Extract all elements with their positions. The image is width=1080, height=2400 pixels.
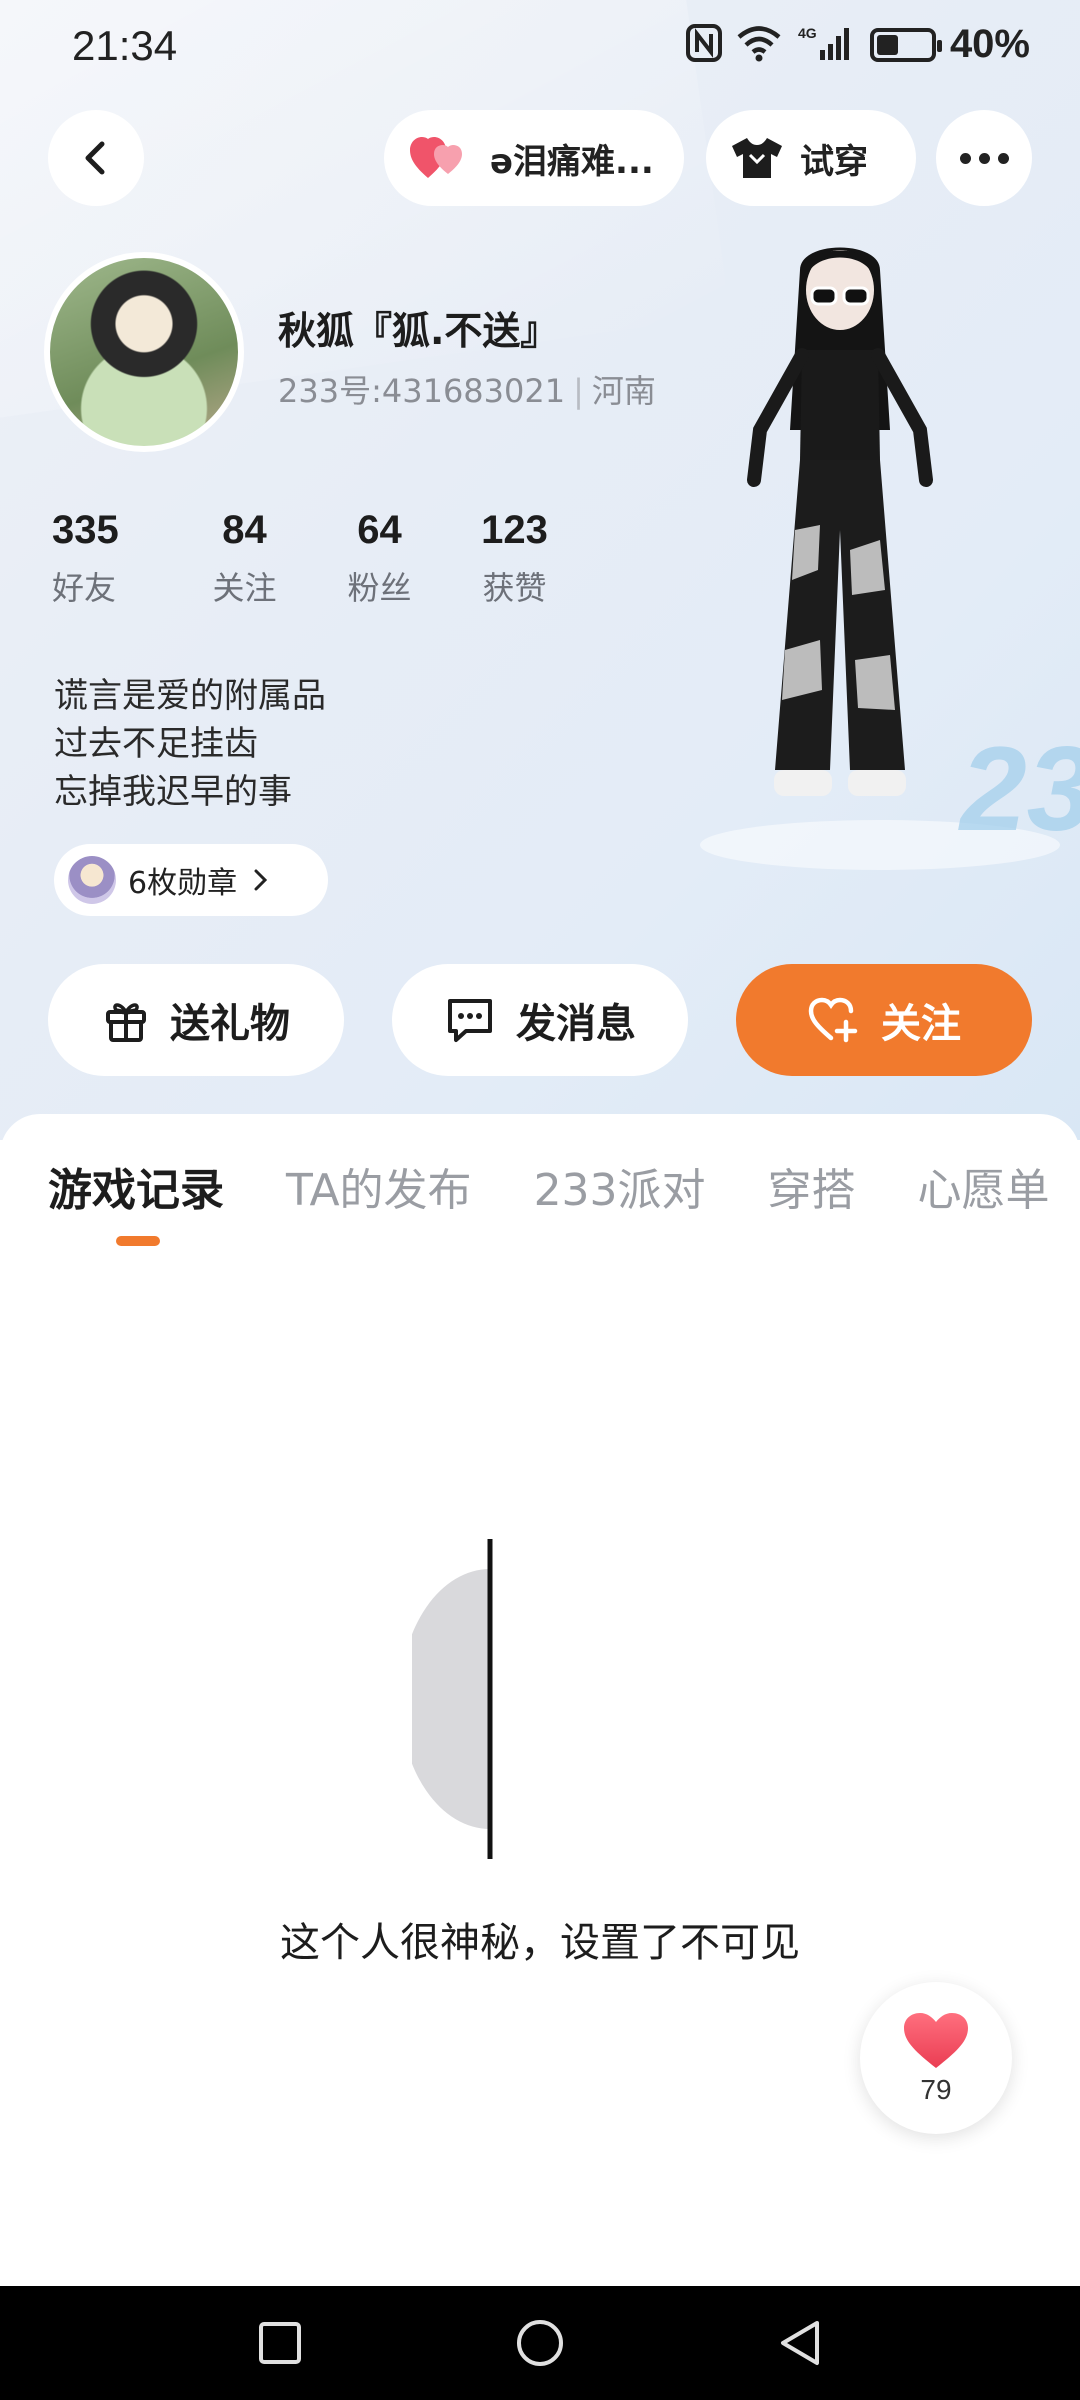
stat-following[interactable]: 84 关注	[177, 508, 312, 609]
bio-line: 忘掉我迟早的事	[54, 772, 292, 812]
nfc-icon	[685, 23, 722, 66]
location-text: 河南	[591, 372, 656, 410]
stat-value: 84	[222, 508, 267, 552]
back-button[interactable]	[48, 110, 144, 206]
follow-label: 关注	[881, 1001, 961, 1047]
stat-label: 粉丝	[347, 569, 412, 607]
nickname: 秋狐『狐.不送』	[278, 309, 559, 353]
network-type-label: 4G	[798, 25, 817, 41]
status-icons: 4G 40%	[685, 22, 1030, 67]
more-icon-dot	[959, 152, 971, 164]
bio: 谎言是爱的附属品 过去不足挂齿 忘掉我迟早的事	[54, 672, 326, 816]
medal-icon	[68, 856, 116, 904]
bio-line: 谎言是爱的附属品	[54, 676, 326, 716]
profile-stats: 335 好友 84 关注 64 粉丝 123 获赞	[52, 508, 582, 609]
tshirt-icon	[732, 138, 782, 178]
gift-icon	[106, 1003, 146, 1042]
tab-outfits[interactable]: 穿搭	[768, 1154, 856, 1218]
private-content-icon	[412, 1539, 493, 1859]
more-icon-dot	[997, 152, 1009, 164]
profile-tabs: 游戏记录 TA的发布 233派对 穿搭 心愿单	[48, 1154, 1080, 1218]
stat-likes[interactable]: 123 获赞	[447, 508, 582, 609]
try-on-button[interactable]: 试穿	[706, 110, 916, 206]
like-count: 79	[920, 2074, 952, 2105]
heart-icon	[904, 2013, 968, 2068]
try-on-label: 试穿	[800, 141, 868, 182]
more-icon-dot	[978, 152, 990, 164]
battery-level	[876, 34, 898, 55]
medals-label: 6枚勋章	[128, 866, 238, 901]
stat-label: 好友	[52, 569, 117, 607]
music-label: ə泪痛难...	[490, 141, 654, 182]
music-pill[interactable]: ə泪痛难...	[384, 110, 684, 206]
recent-apps-button[interactable]	[250, 2313, 310, 2373]
tab-wishlist[interactable]: 心愿单	[918, 1154, 1050, 1218]
chevron-left-icon	[85, 141, 105, 175]
stat-label: 关注	[212, 569, 277, 607]
battery-icon	[869, 27, 942, 62]
nav-back-button[interactable]	[770, 2313, 830, 2373]
like-button[interactable]: 79	[860, 1982, 1012, 2134]
avatar[interactable]	[44, 252, 244, 452]
avatar-character[interactable]	[740, 230, 940, 830]
circle-icon	[517, 2320, 563, 2366]
tab-party[interactable]: 233派对	[534, 1154, 706, 1218]
stat-label: 获赞	[482, 569, 547, 607]
more-options-button[interactable]	[936, 110, 1032, 206]
empty-state-message: 这个人很神秘，设置了不可见	[280, 1920, 800, 1966]
stat-value: 64	[357, 508, 402, 552]
status-bar: 21:34 4G 40%	[0, 0, 1080, 100]
chevron-right-icon	[254, 869, 268, 891]
heart-plus-icon	[808, 997, 858, 1043]
follow-button[interactable]: 关注	[736, 964, 1032, 1076]
medals-button[interactable]: 6枚勋章	[54, 844, 328, 916]
uid-text: 233号:431683021	[278, 372, 566, 410]
send-message-button[interactable]: 发消息	[392, 964, 688, 1076]
uid-divider: |	[573, 372, 584, 410]
active-tab-indicator	[116, 1236, 160, 1246]
send-message-label: 发消息	[516, 1001, 636, 1047]
send-gift-button[interactable]: 送礼物	[48, 964, 344, 1076]
stat-value: 123	[481, 508, 548, 552]
square-icon	[259, 2322, 301, 2364]
system-navigation-bar	[0, 2286, 1080, 2400]
wifi-icon	[736, 24, 782, 66]
heart-music-icon	[410, 137, 462, 178]
stat-fans[interactable]: 64 粉丝	[312, 508, 447, 609]
cellular-signal-icon: 4G	[796, 24, 856, 66]
tab-posts[interactable]: TA的发布	[286, 1154, 472, 1218]
stat-value: 335	[52, 508, 119, 552]
uid-location: 233号:431683021 | 河南	[278, 366, 656, 412]
tab-game-records[interactable]: 游戏记录	[48, 1154, 224, 1218]
send-gift-label: 送礼物	[170, 1001, 290, 1047]
home-button[interactable]	[510, 2313, 570, 2373]
badge-233: 233	[960, 722, 1080, 856]
status-time: 21:34	[72, 22, 178, 69]
triangle-back-icon	[781, 2321, 819, 2365]
message-icon	[448, 999, 492, 1042]
bio-line: 过去不足挂齿	[54, 724, 258, 764]
stat-friends[interactable]: 335 好友	[52, 508, 177, 609]
battery-percent: 40%	[949, 22, 1030, 66]
